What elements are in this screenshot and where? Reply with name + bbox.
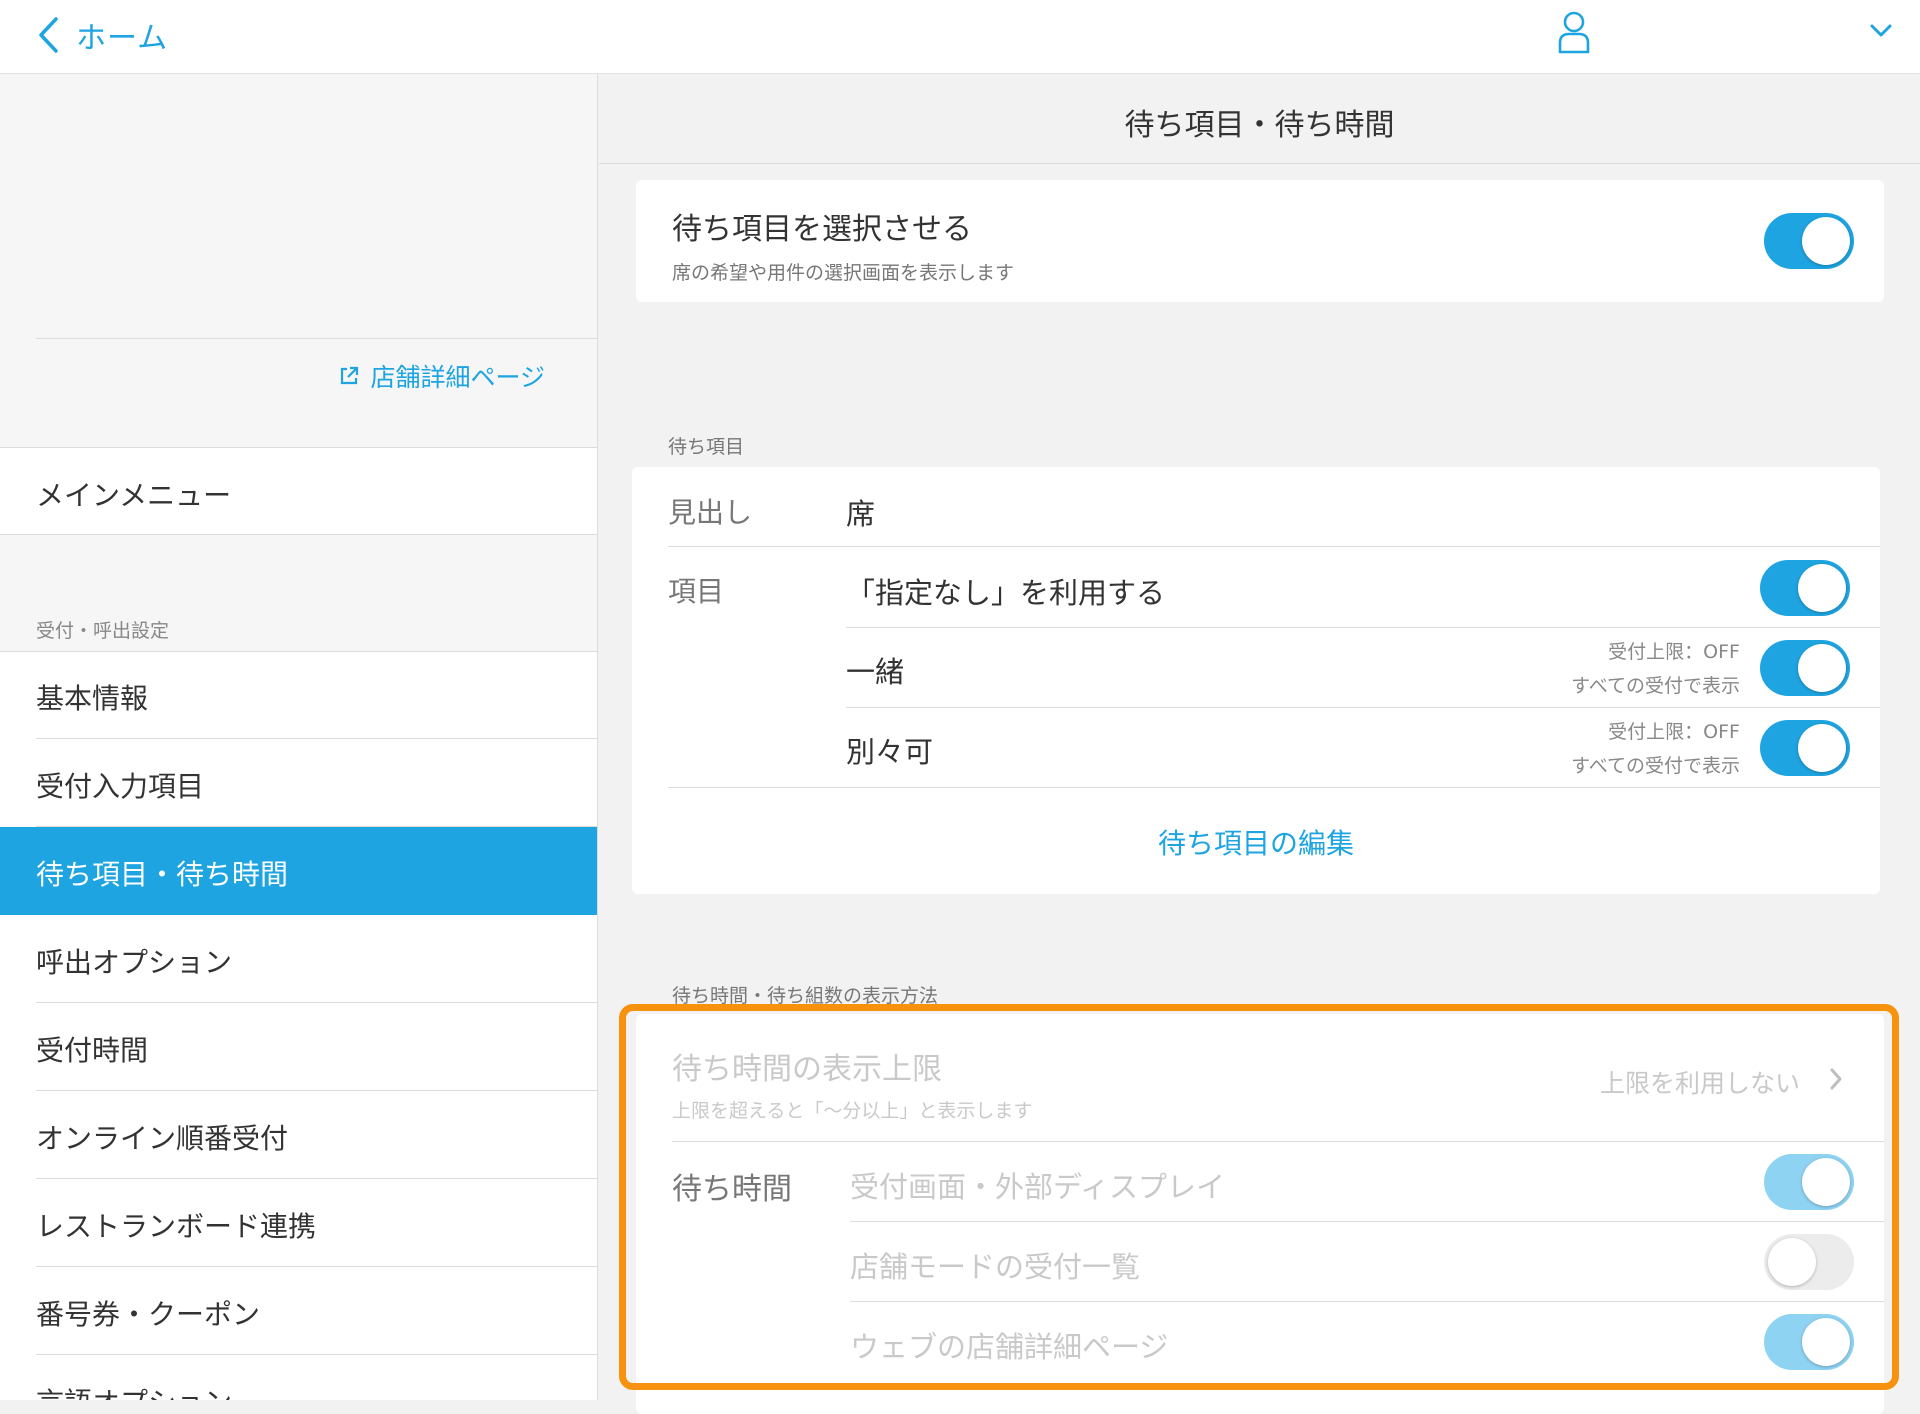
- display-method-card: 待ち時間の表示上限 上限を超えると「〜分以上」と表示します 上限を利用しない 待…: [636, 1014, 1884, 1414]
- sidebar-item-label: オンライン順番受付: [36, 1122, 289, 1155]
- wait-item-notes: 受付上限：OFF すべての受付で表示: [1571, 715, 1740, 783]
- main-menu-item[interactable]: メインメニュー: [0, 447, 597, 535]
- sidebar-item-call-options[interactable]: 呼出オプション: [0, 915, 597, 1003]
- sidebar-item-label: 言語オプション: [36, 1381, 232, 1400]
- edit-wait-items-link[interactable]: 待ち項目の編集: [632, 822, 1880, 862]
- sidebar-item-wait-items[interactable]: 待ち項目・待ち時間: [0, 827, 597, 915]
- display-limit-description: 上限を超えると「〜分以上」と表示します: [672, 1100, 1033, 1122]
- sidebar-item-online-queue[interactable]: オンライン順番受付: [0, 1091, 597, 1179]
- wait-items-card: 見出し 席 項目 「指定なし」を利用する 一緒 受付上限：OFF すべての受付で…: [632, 467, 1880, 894]
- divider: [668, 546, 1880, 547]
- chevron-down-icon[interactable]: [1868, 20, 1894, 40]
- none-option-label: 「指定なし」を利用する: [846, 576, 1166, 610]
- main-menu-label: メインメニュー: [36, 479, 232, 512]
- back-label: ホーム: [76, 21, 169, 56]
- sidebar-item-label: 受付時間: [36, 1034, 149, 1067]
- display-row-label: 店舗モードの受付一覧: [850, 1250, 1141, 1284]
- divider: [672, 1141, 1884, 1142]
- sidebar-item-label: 待ち項目・待ち時間: [36, 858, 289, 891]
- wait-time-label: 待ち時間: [672, 1172, 792, 1207]
- wait-item-toggle[interactable]: [1760, 640, 1850, 696]
- sidebar: 店舗詳細ページ メインメニュー 受付・呼出設定 基本情報 受付入力項目 待ち項目…: [0, 74, 598, 1400]
- top-bar: ホーム: [0, 0, 1920, 74]
- divider: [846, 627, 1880, 628]
- user-icon[interactable]: [1556, 10, 1592, 54]
- sidebar-item-label: 基本情報: [36, 682, 149, 715]
- select-wait-items-toggle[interactable]: [1764, 213, 1854, 269]
- items-label: 項目: [668, 575, 725, 608]
- external-link-icon: [341, 366, 359, 385]
- sidebar-item-reception-hours[interactable]: 受付時間: [0, 1003, 597, 1091]
- divider: [668, 787, 1880, 788]
- display-row-label: ウェブの店舗詳細ページ: [850, 1330, 1169, 1364]
- display-limit-value[interactable]: 上限を利用しない: [1600, 1064, 1800, 1100]
- select-wait-items-description: 席の希望や用件の選択画面を表示します: [672, 262, 1015, 284]
- select-wait-items-card: 待ち項目を選択させる 席の希望や用件の選択画面を表示します: [636, 180, 1884, 302]
- heading-value[interactable]: 席: [846, 491, 875, 533]
- display-row-toggle[interactable]: [1764, 1234, 1854, 1290]
- sidebar-item-label: 呼出オプション: [36, 946, 233, 979]
- display-row-label: 受付画面・外部ディスプレイ: [850, 1170, 1225, 1204]
- sidebar-item-basic-info[interactable]: 基本情報: [0, 651, 597, 739]
- wait-items-section-label: 待ち項目: [668, 436, 745, 458]
- page-header: 待ち項目・待ち時間: [599, 74, 1920, 164]
- wait-item-label: 一緒: [846, 655, 905, 689]
- divider: [36, 338, 597, 339]
- divider: [850, 1221, 1884, 1222]
- heading-label: 見出し: [668, 496, 753, 529]
- store-detail-link[interactable]: 店舗詳細ページ: [338, 358, 545, 394]
- sidebar-item-restaurant-board[interactable]: レストランボード連携: [0, 1179, 597, 1267]
- chevron-right-icon: [1830, 1068, 1842, 1090]
- wait-item-label: 別々可: [846, 735, 934, 769]
- sidebar-item-language-options[interactable]: 言語オプション: [0, 1355, 597, 1400]
- display-limit-title: 待ち時間の表示上限: [672, 1052, 942, 1087]
- wait-item-notes: 受付上限：OFF すべての受付で表示: [1571, 635, 1740, 703]
- wait-item-toggle[interactable]: [1760, 720, 1850, 776]
- wait-item-limit-note: 受付上限：OFF: [1608, 641, 1740, 663]
- divider: [846, 707, 1880, 708]
- store-detail-link-label: 店舗詳細ページ: [370, 363, 545, 392]
- display-method-section-label: 待ち時間・待ち組数の表示方法: [672, 985, 939, 1007]
- sidebar-item-label: 番号券・クーポン: [36, 1298, 261, 1331]
- none-option-toggle[interactable]: [1760, 560, 1850, 616]
- wait-item-limit-note: 受付上限：OFF: [1608, 721, 1740, 743]
- page-title: 待ち項目・待ち時間: [1124, 108, 1395, 143]
- chevron-left-icon: [39, 17, 58, 53]
- sidebar-item-tickets-coupons[interactable]: 番号券・クーポン: [0, 1267, 597, 1355]
- select-wait-items-title: 待ち項目を選択させる: [672, 212, 972, 247]
- display-row-toggle[interactable]: [1764, 1314, 1854, 1370]
- display-row-toggle[interactable]: [1764, 1154, 1854, 1210]
- sidebar-nav: 基本情報 受付入力項目 待ち項目・待ち時間 呼出オプション 受付時間 オンライン…: [0, 651, 597, 1400]
- sidebar-section-header: 受付・呼出設定: [36, 620, 170, 642]
- sidebar-item-label: 受付入力項目: [36, 770, 205, 803]
- divider: [850, 1301, 1884, 1302]
- wait-item-display-note: すべての受付で表示: [1571, 755, 1740, 777]
- sidebar-item-input-fields[interactable]: 受付入力項目: [0, 739, 597, 827]
- back-button[interactable]: ホーム: [36, 10, 168, 60]
- sidebar-item-label: レストランボード連携: [36, 1210, 317, 1243]
- wait-item-display-note: すべての受付で表示: [1571, 675, 1740, 697]
